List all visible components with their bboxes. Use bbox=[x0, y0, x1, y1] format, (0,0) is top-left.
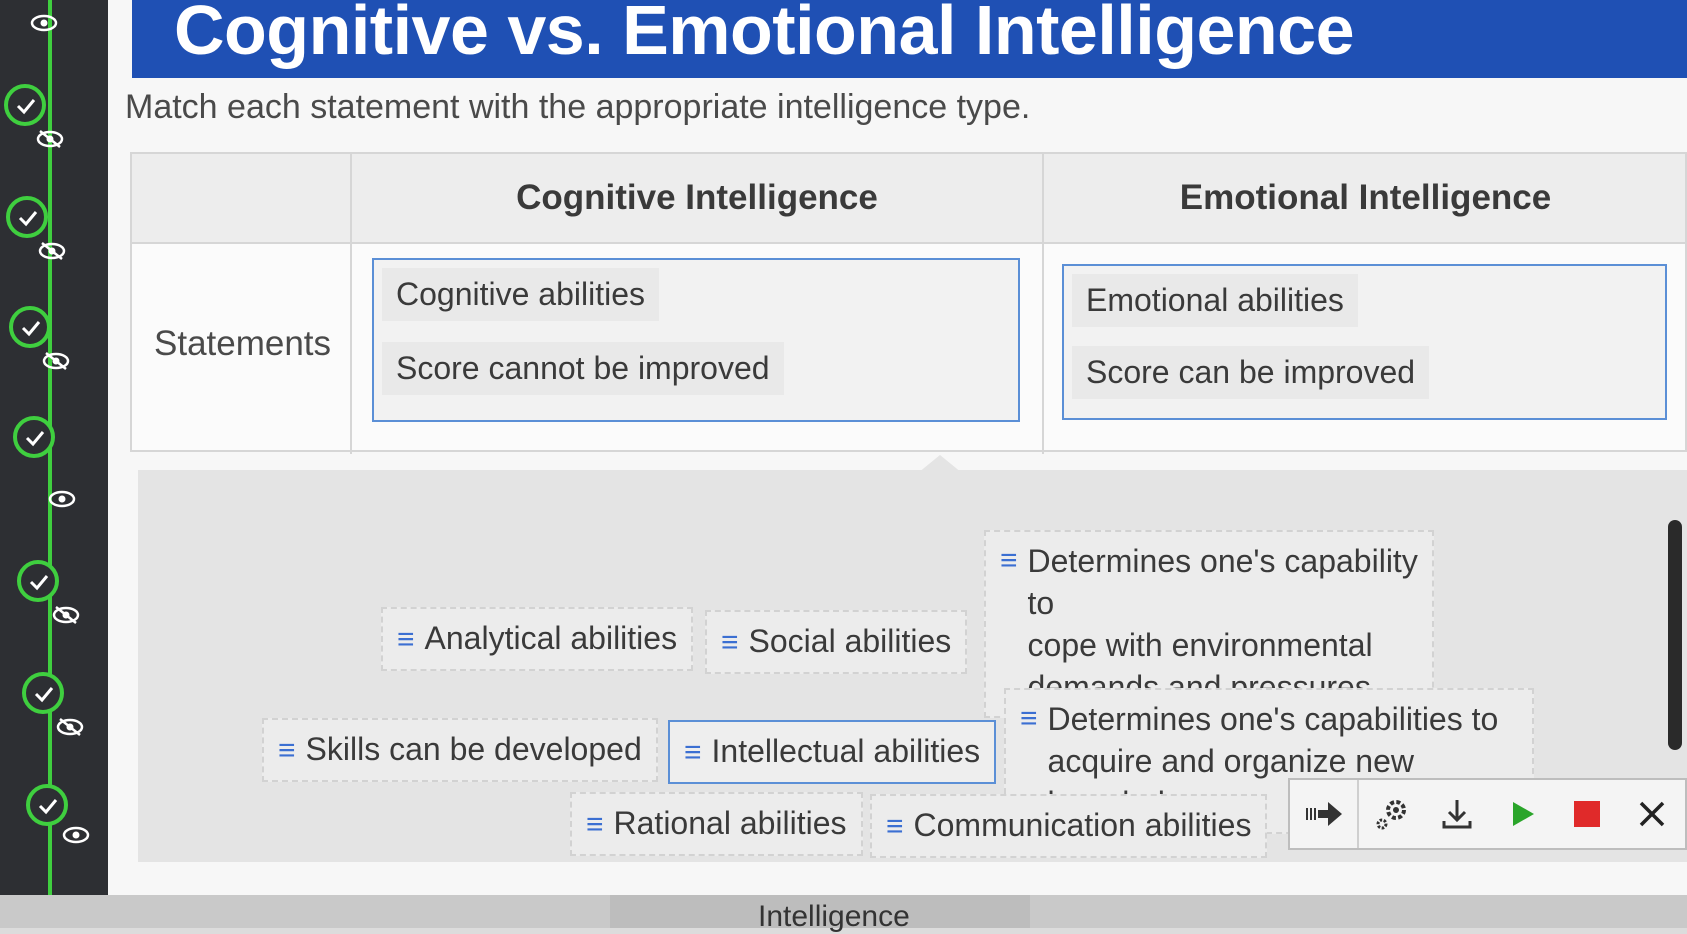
column-divider bbox=[1042, 154, 1044, 454]
drag-handle-icon[interactable]: ≡ bbox=[684, 732, 702, 774]
placed-item[interactable]: Emotional abilities bbox=[1072, 274, 1358, 327]
eye-icon[interactable] bbox=[30, 14, 58, 32]
placed-item[interactable]: Score can be improved bbox=[1072, 346, 1430, 399]
page-title: Cognitive vs. Emotional Intelligence bbox=[174, 0, 1355, 69]
draggable-chip[interactable]: ≡ Skills can be developed bbox=[262, 718, 658, 782]
step-complete-icon[interactable] bbox=[6, 196, 48, 238]
chip-label: Intellectual abilities bbox=[711, 733, 981, 769]
step-forward-icon bbox=[1305, 802, 1342, 826]
step-forward-button[interactable] bbox=[1290, 780, 1360, 848]
bottom-nav-label[interactable]: Intelligence bbox=[758, 900, 910, 934]
eye-hidden-icon[interactable] bbox=[56, 718, 84, 736]
chip-label: Communication abilities bbox=[913, 807, 1252, 843]
chip-label: Rational abilities bbox=[613, 805, 847, 841]
chip-label: Determines one's capability to cope with … bbox=[1027, 543, 1418, 705]
instructions-text: Match each statement with the appropriat… bbox=[125, 88, 1031, 126]
chip-label: Skills can be developed bbox=[305, 731, 642, 767]
draggable-chip-selected[interactable]: ≡ Intellectual abilities bbox=[668, 720, 997, 784]
eye-hidden-icon[interactable] bbox=[42, 352, 70, 370]
eye-icon[interactable] bbox=[62, 826, 90, 844]
chip-label: Analytical abilities bbox=[424, 620, 678, 656]
drag-handle-icon[interactable]: ≡ bbox=[1020, 698, 1038, 740]
column-header-emotional: Emotional Intelligence bbox=[1179, 178, 1552, 217]
eye-hidden-icon[interactable] bbox=[52, 606, 80, 624]
matching-table: Cognitive Intelligence Emotional Intelli… bbox=[130, 152, 1687, 454]
floating-toolbar bbox=[1288, 778, 1687, 850]
stop-icon bbox=[1574, 801, 1601, 827]
placed-item[interactable]: Cognitive abilities bbox=[382, 268, 660, 321]
step-complete-icon[interactable] bbox=[22, 672, 64, 714]
column-divider bbox=[350, 154, 352, 454]
drag-handle-icon[interactable]: ≡ bbox=[886, 806, 904, 848]
drag-handle-icon[interactable]: ≡ bbox=[278, 730, 296, 772]
eye-hidden-icon[interactable] bbox=[36, 130, 64, 148]
step-complete-icon[interactable] bbox=[13, 416, 55, 458]
draggable-chip[interactable]: ≡ Social abilities bbox=[705, 610, 968, 674]
row-label-statements: Statements bbox=[154, 324, 332, 363]
drag-handle-icon[interactable]: ≡ bbox=[397, 619, 415, 661]
download-button[interactable] bbox=[1424, 780, 1489, 848]
column-header-cognitive: Cognitive Intelligence bbox=[516, 178, 878, 217]
close-button[interactable] bbox=[1620, 780, 1685, 848]
draggable-chip[interactable]: ≡ Communication abilities bbox=[870, 794, 1268, 858]
step-complete-icon[interactable] bbox=[9, 306, 51, 348]
table-header-row: Cognitive Intelligence Emotional Intelli… bbox=[132, 154, 1685, 244]
dropzone-emotional[interactable]: Emotional abilities Score can be improve… bbox=[1062, 264, 1667, 420]
activity-panel: Cognitive vs. Emotional Intelligence Mat… bbox=[108, 0, 1687, 895]
stop-button[interactable] bbox=[1555, 780, 1620, 848]
draggable-chip[interactable]: ≡ Rational abilities bbox=[570, 792, 863, 856]
eye-hidden-icon[interactable] bbox=[38, 242, 66, 260]
dropzone-cognitive[interactable]: Cognitive abilities Score cannot be impr… bbox=[372, 258, 1020, 422]
title-banner: Cognitive vs. Emotional Intelligence bbox=[132, 0, 1687, 78]
eye-icon[interactable] bbox=[48, 490, 76, 508]
play-button[interactable] bbox=[1489, 780, 1554, 848]
placed-item[interactable]: Score cannot be improved bbox=[382, 342, 784, 395]
settings-button[interactable] bbox=[1359, 780, 1424, 848]
drag-handle-icon[interactable]: ≡ bbox=[586, 804, 604, 846]
drag-handle-icon[interactable]: ≡ bbox=[721, 622, 739, 664]
settings-icon bbox=[1376, 800, 1406, 830]
draggable-chip[interactable]: ≡ Analytical abilities bbox=[381, 607, 694, 671]
progress-rail bbox=[0, 0, 108, 895]
chip-label: Social abilities bbox=[748, 623, 952, 659]
drag-handle-icon[interactable]: ≡ bbox=[1000, 540, 1018, 582]
step-complete-icon[interactable] bbox=[17, 560, 59, 602]
step-complete-icon[interactable] bbox=[26, 784, 68, 826]
download-icon bbox=[1442, 800, 1472, 829]
close-icon bbox=[1640, 801, 1665, 827]
play-icon bbox=[1513, 802, 1535, 826]
step-complete-icon[interactable] bbox=[4, 84, 46, 126]
scrollbar-thumb[interactable] bbox=[1668, 520, 1682, 750]
